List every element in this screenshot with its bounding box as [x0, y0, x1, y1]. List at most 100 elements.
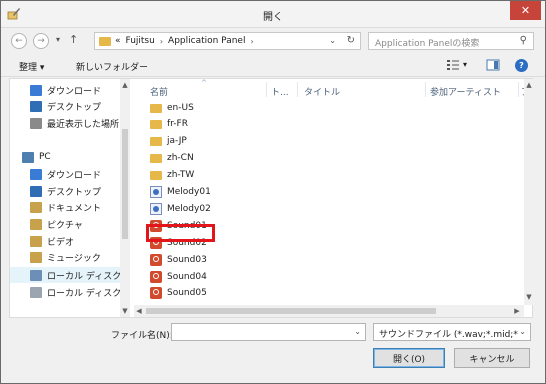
help-glyph: ? [519, 61, 524, 70]
open-button-label: 開く(O) [392, 354, 426, 365]
nav-item[interactable]: デスクトップ [10, 98, 120, 114]
scroll-left-icon[interactable]: ◀ [134, 307, 144, 315]
music-icon [30, 251, 42, 263]
window-title: 開く [263, 12, 283, 23]
file-name: Sound05 [167, 288, 207, 299]
file-row[interactable]: Melody02 [134, 200, 434, 217]
scroll-right-icon[interactable]: ▶ [512, 307, 522, 315]
file-row[interactable]: en-US [134, 99, 434, 116]
sound-file-icon [150, 270, 162, 283]
file-row[interactable]: fr-FR [134, 116, 434, 133]
address-dropdown-icon[interactable]: ⌄ [329, 36, 336, 45]
column-divider[interactable] [266, 82, 267, 97]
command-bar: 整理 ▾ 新しいフォルダー ▾ ? [1, 56, 545, 77]
nav-item-label: ダウンロード [47, 86, 102, 97]
breadcrumb-separator-icon[interactable]: › [250, 37, 253, 46]
back-arrow-icon: ← [15, 36, 23, 46]
nav-item[interactable]: PC [10, 149, 120, 165]
search-icon[interactable]: ⚲ [520, 35, 527, 46]
file-list[interactable]: ^ 名前 ト... タイトル 参加アーティスト ア en-US fr-FR ja-J… [134, 79, 524, 305]
up-button[interactable]: ↑ [69, 33, 78, 46]
file-row[interactable]: zh-CN [134, 150, 434, 167]
column-divider[interactable] [297, 82, 298, 97]
nav-item[interactable]: ダウンロード [10, 166, 120, 182]
refresh-icon[interactable]: ↻ [347, 35, 355, 46]
nav-pane-scrollbar[interactable]: ▲ ▼ [120, 79, 130, 317]
nav-item[interactable]: ピクチャ [10, 216, 120, 232]
file-row[interactable]: Sound04 [134, 268, 434, 285]
breadcrumb-separator-icon[interactable]: › [160, 37, 163, 46]
cancel-button[interactable]: キャンセル [454, 348, 530, 368]
scroll-down-icon[interactable]: ▼ [120, 307, 130, 315]
filename-dropdown-icon[interactable]: ⌄ [354, 327, 361, 336]
scroll-down-icon[interactable]: ▼ [524, 293, 534, 301]
local-disk-icon [30, 269, 42, 281]
file-list-scrollbar[interactable]: ▲ ▼ [524, 79, 533, 305]
open-button[interactable]: 開く(O) [373, 348, 445, 368]
back-button[interactable]: ← [11, 33, 27, 49]
column-divider[interactable] [425, 82, 426, 97]
nav-item[interactable]: ローカル ディスク (C [10, 267, 120, 283]
folder-icon [150, 120, 162, 130]
close-button[interactable]: ✕ [510, 1, 541, 20]
nav-item[interactable]: デスクトップ [10, 183, 120, 199]
videos-icon [30, 235, 42, 247]
horizontal-scroll-thumb[interactable] [146, 308, 436, 314]
filename-input[interactable]: ⌄ [171, 323, 366, 341]
search-input[interactable]: Application Panelの検索 ⚲ [368, 32, 534, 50]
breadcrumb-overflow[interactable]: « [115, 36, 121, 46]
preview-pane-icon[interactable] [486, 59, 500, 71]
column-track[interactable]: ト... [271, 85, 289, 98]
view-dropdown-icon[interactable]: ▾ [463, 60, 467, 69]
nav-item-label: ローカル ディスク (D [47, 288, 120, 299]
open-file-dialog: 開く ✕ ← → ▾ ↑ « Fujitsu › Application Pan… [0, 0, 546, 384]
file-row[interactable]: ja-JP [134, 133, 434, 150]
file-row[interactable]: Sound05 [134, 285, 434, 302]
column-title[interactable]: タイトル [304, 85, 340, 98]
folder-icon [150, 154, 162, 164]
file-list-horizontal-scrollbar[interactable]: ◀ ▶ [134, 305, 524, 317]
navigation-pane[interactable]: ダウンロード デスクトップ 最近表示した場所 PC ダウンロード デスクトップ ドキュメント… [10, 79, 120, 317]
recent-locations-button[interactable]: ▾ [56, 35, 60, 44]
navigation-bar: ← → ▾ ↑ « Fujitsu › Application Panel › … [1, 29, 545, 53]
address-bar[interactable]: « Fujitsu › Application Panel › ⌄ ↻ [94, 32, 361, 50]
view-options-icon[interactable] [446, 59, 460, 71]
file-name: ja-JP [167, 136, 187, 147]
nav-item-label: ピクチャ [47, 220, 83, 231]
file-row[interactable]: Melody01 [134, 184, 434, 201]
scroll-up-icon[interactable]: ▲ [524, 81, 534, 89]
nav-item[interactable]: ダウンロード [10, 82, 120, 98]
local-disk-icon [30, 286, 42, 298]
sound-file-icon [150, 287, 162, 300]
breadcrumb-fujitsu[interactable]: Fujitsu [126, 36, 155, 46]
nav-item[interactable]: 最近表示した場所 [10, 115, 120, 131]
nav-item-label: 最近表示した場所 [47, 119, 120, 130]
nav-item[interactable]: ビデオ [10, 233, 120, 249]
file-row[interactable]: zh-TW [134, 167, 434, 184]
help-icon[interactable]: ? [515, 59, 528, 72]
column-artist[interactable]: 参加アーティスト [430, 85, 501, 98]
nav-item[interactable]: ミュージック [10, 249, 120, 265]
breadcrumb-application-panel[interactable]: Application Panel [168, 36, 245, 46]
scroll-up-icon[interactable]: ▲ [120, 81, 130, 89]
column-name[interactable]: 名前 [150, 85, 168, 98]
downloads-icon [30, 168, 42, 180]
file-row[interactable]: Sound03 [134, 251, 434, 268]
sort-ascending-icon: ^ [201, 79, 207, 87]
new-folder-button[interactable]: 新しいフォルダー [76, 60, 148, 73]
nav-item[interactable]: ドキュメント [10, 199, 120, 215]
file-name: Melody01 [167, 187, 211, 197]
forward-button[interactable]: → [33, 33, 49, 49]
desktop-icon [30, 100, 42, 112]
nav-item[interactable]: ローカル ディスク (D [10, 284, 120, 300]
search-placeholder: Application Panelの検索 [375, 39, 480, 49]
nav-pane-scroll-thumb[interactable] [122, 129, 128, 239]
nav-item-label: ビデオ [47, 237, 75, 248]
column-divider[interactable] [518, 82, 519, 97]
organize-button[interactable]: 整理 ▾ [19, 60, 44, 73]
forward-arrow-icon: → [37, 36, 45, 46]
file-type-select[interactable]: サウンドファイル (*.wav;*.mid;* ⌄ [373, 323, 531, 341]
file-name: fr-FR [167, 119, 188, 130]
nav-item-label: ダウンロード [47, 170, 102, 181]
file-type-dropdown-icon[interactable]: ⌄ [519, 327, 526, 336]
